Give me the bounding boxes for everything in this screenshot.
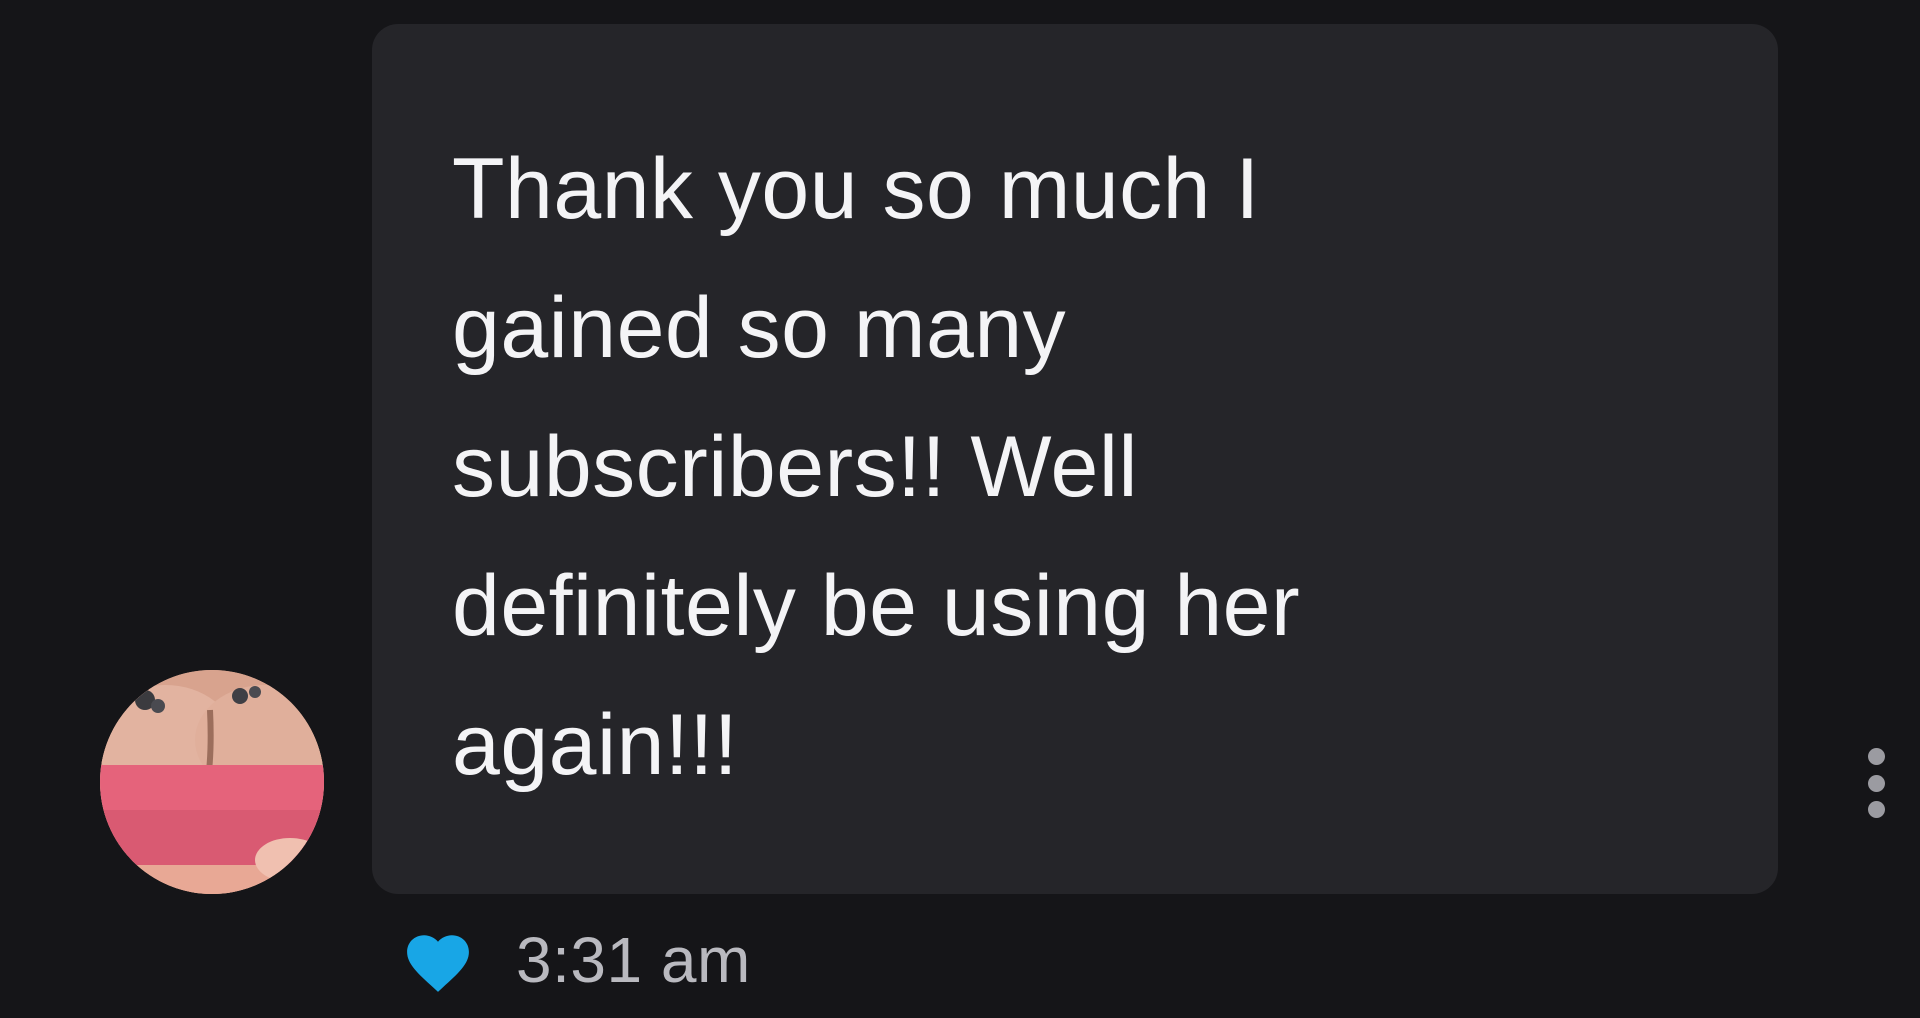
message-meta: 3:31 am: [400, 920, 751, 1000]
more-vertical-icon-dot: [1867, 774, 1885, 792]
avatar-image: [100, 670, 324, 894]
message-bubble[interactable]: Thank you so much I gained so many subsc…: [372, 24, 1778, 894]
message-timestamp: 3:31 am: [516, 924, 751, 996]
more-options-button[interactable]: [1862, 748, 1890, 818]
more-vertical-icon: [1867, 748, 1885, 765]
message-text: Thank you so much I gained so many subsc…: [452, 141, 1301, 793]
more-vertical-icon-dot: [1867, 801, 1885, 818]
heart-icon[interactable]: [400, 926, 476, 994]
sender-avatar[interactable]: [100, 670, 324, 894]
chat-view: Thank you so much I gained so many subsc…: [0, 0, 1920, 1018]
